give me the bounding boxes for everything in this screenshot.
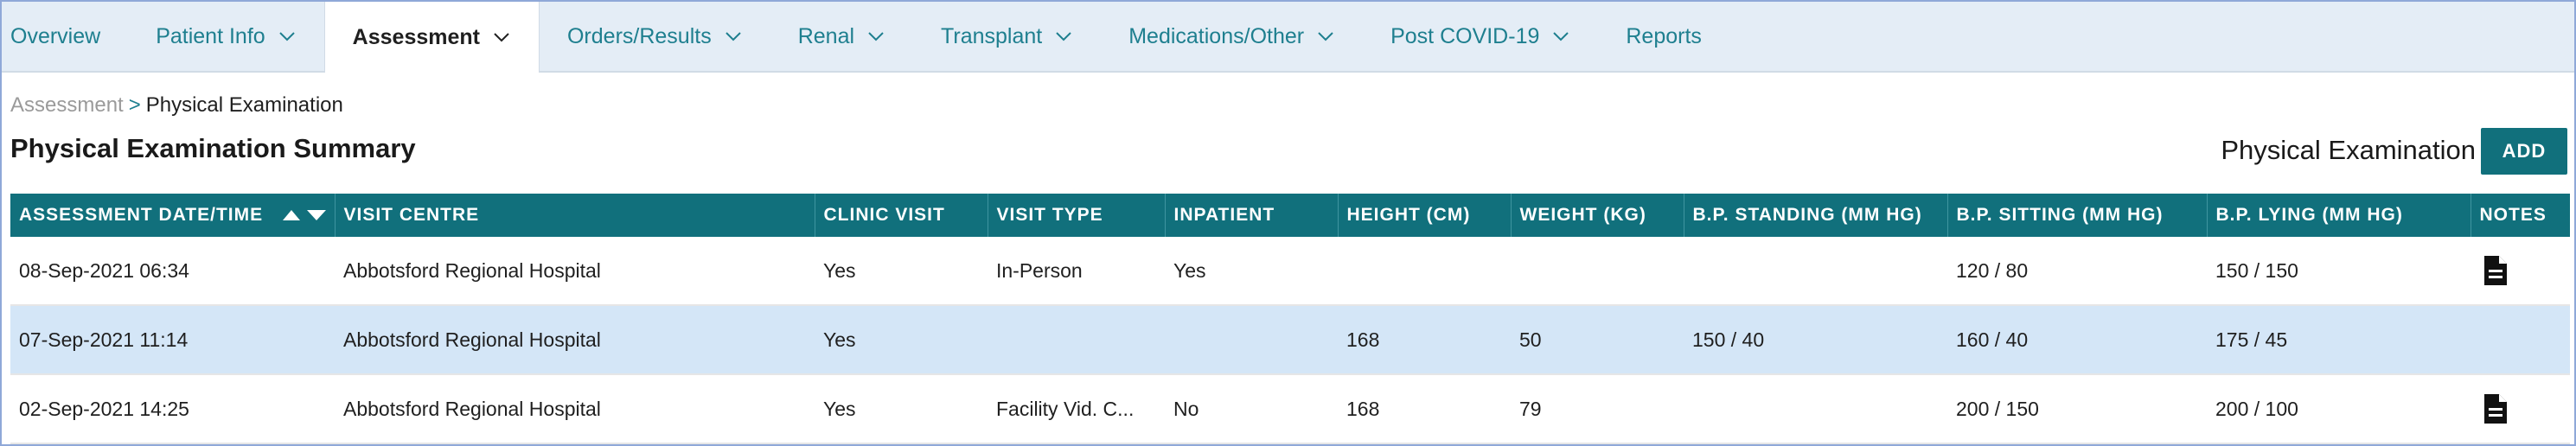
- cell-visit-type: [988, 305, 1165, 375]
- cell-visit-type: Facility Vid. C...: [988, 374, 1165, 444]
- column-header-visit-centre[interactable]: VISIT CENTRE: [335, 194, 815, 237]
- column-header-weight[interactable]: WEIGHT (KG): [1511, 194, 1684, 237]
- column-header-date[interactable]: ASSESSMENT DATE/TIME: [10, 194, 336, 237]
- cell-bp-sitting: 200 / 150: [1947, 374, 2207, 444]
- tab-label: Orders/Results: [566, 23, 712, 48]
- cell-height: [1338, 237, 1511, 306]
- table-header-row: ASSESSMENT DATE/TIME VISIT CENTRE CLINIC…: [10, 194, 2570, 237]
- cell-date: 02-Sep-2021 14:25: [10, 374, 335, 444]
- document-icon[interactable]: [2483, 392, 2509, 425]
- tab-label: Assessment: [352, 24, 480, 49]
- tab-patient-info[interactable]: Patient Info: [128, 2, 323, 71]
- cell-bp-lying: 175 / 45: [2207, 305, 2471, 375]
- cell-bp-lying: 200 / 100: [2207, 374, 2471, 444]
- breadcrumb-separator: >: [128, 93, 141, 117]
- section-label: Physical Examination: [2221, 135, 2476, 165]
- top-nav: Overview Patient Info Assessment Orders/…: [2, 2, 2574, 73]
- cell-bp-sitting: 120 / 80: [1947, 237, 2207, 306]
- cell-clinic-visit: Yes: [815, 237, 988, 306]
- cell-clinic-visit: Yes: [815, 374, 988, 444]
- cell-height: 168: [1338, 305, 1511, 375]
- cell-bp-standing: 150 / 40: [1684, 305, 1947, 375]
- cell-weight: 79: [1511, 374, 1684, 444]
- tab-label: Overview: [10, 23, 101, 48]
- column-header-inpatient[interactable]: INPATIENT: [1165, 194, 1339, 237]
- cell-inpatient: Yes: [1165, 237, 1338, 306]
- column-header-visit-type[interactable]: VISIT TYPE: [988, 194, 1166, 237]
- tab-label: Transplant: [941, 23, 1043, 48]
- breadcrumb-parent-link[interactable]: Assessment: [10, 93, 124, 117]
- tab-medications-other[interactable]: Medications/Other: [1101, 2, 1363, 71]
- add-button[interactable]: ADD: [2481, 128, 2567, 175]
- page-title: Physical Examination Summary: [10, 133, 416, 163]
- table-row[interactable]: 02-Sep-2021 14:25 Abbotsford Regional Ho…: [10, 374, 2570, 444]
- column-header-bp-lying[interactable]: B.P. LYING (MM HG): [2207, 194, 2471, 237]
- tab-label: Medications/Other: [1128, 23, 1305, 48]
- app-frame: Overview Patient Info Assessment Orders/…: [0, 0, 2576, 446]
- cell-notes: [2471, 305, 2570, 375]
- chevron-down-icon: [1056, 32, 1071, 41]
- column-header-label: ASSESSMENT DATE/TIME: [19, 205, 264, 225]
- cell-date: 07-Sep-2021 11:14: [10, 305, 335, 375]
- tab-renal[interactable]: Renal: [770, 2, 913, 71]
- cell-notes: [2471, 374, 2570, 444]
- cell-visit-type: In-Person: [988, 237, 1165, 306]
- chevron-down-icon: [1318, 32, 1333, 41]
- tab-transplant[interactable]: Transplant: [913, 2, 1101, 71]
- chevron-down-icon: [1553, 32, 1569, 41]
- table-row[interactable]: 07-Sep-2021 11:14 Abbotsford Regional Ho…: [10, 305, 2570, 375]
- cell-bp-lying: 150 / 150: [2207, 237, 2471, 306]
- cell-height: 168: [1338, 374, 1511, 444]
- column-header-height[interactable]: HEIGHT (CM): [1338, 194, 1512, 237]
- chevron-down-icon: [725, 32, 741, 41]
- chevron-down-icon: [278, 32, 295, 41]
- cell-notes: [2471, 237, 2570, 306]
- tab-post-covid-19[interactable]: Post COVID-19: [1363, 2, 1598, 71]
- chevron-down-icon: [494, 33, 509, 42]
- tab-reports[interactable]: Reports: [1598, 2, 1729, 71]
- column-header-bp-standing[interactable]: B.P. STANDING (MM HG): [1684, 194, 1948, 237]
- cell-visit-centre: Abbotsford Regional Hospital: [335, 237, 815, 306]
- cell-inpatient: No: [1165, 374, 1338, 444]
- chevron-down-icon: [868, 32, 884, 41]
- cell-bp-standing: [1684, 237, 1947, 306]
- cell-visit-centre: Abbotsford Regional Hospital: [335, 305, 815, 375]
- sort-arrows-icon[interactable]: [281, 207, 328, 223]
- cell-clinic-visit: Yes: [815, 305, 988, 375]
- tab-label: Patient Info: [156, 23, 265, 48]
- physical-exam-table: ASSESSMENT DATE/TIME VISIT CENTRE CLINIC…: [10, 194, 2570, 444]
- column-header-clinic-visit[interactable]: CLINIC VISIT: [815, 194, 988, 237]
- breadcrumb: Assessment > Physical Examination: [10, 93, 343, 118]
- column-header-notes: NOTES: [2471, 194, 2570, 237]
- tab-label: Renal: [797, 23, 855, 48]
- document-icon[interactable]: [2483, 254, 2509, 287]
- cell-visit-centre: Abbotsford Regional Hospital: [335, 374, 815, 444]
- table-row[interactable]: 08-Sep-2021 06:34 Abbotsford Regional Ho…: [10, 237, 2570, 306]
- cell-weight: [1511, 237, 1684, 306]
- tab-overview[interactable]: Overview: [2, 2, 128, 71]
- cell-inpatient: [1165, 305, 1338, 375]
- cell-date: 08-Sep-2021 06:34: [10, 237, 335, 306]
- cell-bp-sitting: 160 / 40: [1947, 305, 2207, 375]
- tab-label: Reports: [1626, 23, 1702, 48]
- cell-weight: 50: [1511, 305, 1684, 375]
- tab-assessment[interactable]: Assessment: [323, 2, 540, 73]
- cell-bp-standing: [1684, 374, 1947, 444]
- tab-orders-results[interactable]: Orders/Results: [540, 2, 770, 71]
- column-header-bp-sitting[interactable]: B.P. SITTING (MM HG): [1947, 194, 2208, 237]
- breadcrumb-current: Physical Examination: [145, 93, 343, 117]
- tab-label: Post COVID-19: [1390, 23, 1540, 48]
